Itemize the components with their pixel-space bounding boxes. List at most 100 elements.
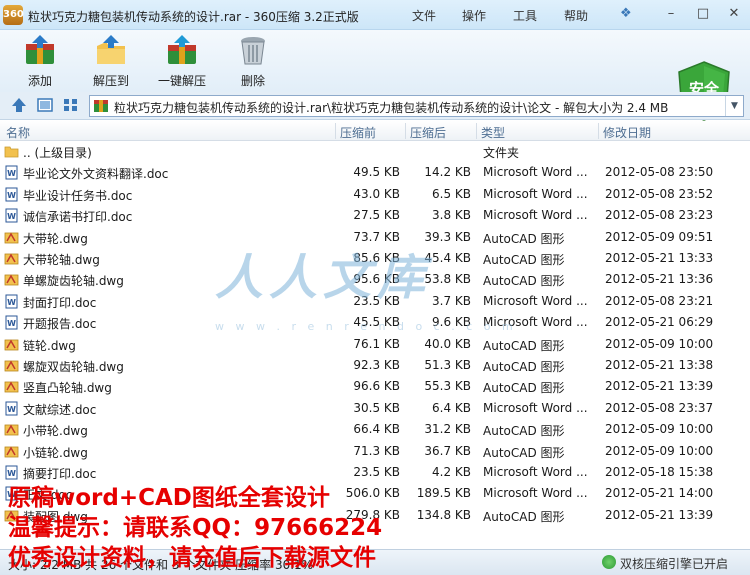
extract-to-button[interactable]: 解压到 [81,30,141,92]
autocad-dwg-icon [4,274,19,286]
file-row[interactable]: 小带轮.dwg 66.4 KB 31.2 KB AutoCAD 图形 2012-… [0,419,750,440]
svg-text:W: W [7,319,16,328]
column-type[interactable]: 类型 [481,124,505,141]
watermark-url: w w w . r e n r e n d o c . c o m [215,320,517,333]
word-doc-icon: W [5,208,18,223]
word-doc-icon: W [5,165,18,180]
file-row[interactable]: 小链轮.dwg 71.3 KB 36.7 KB AutoCAD 图形 2012-… [0,441,750,462]
menu-file[interactable]: 文件 [412,7,436,24]
file-name: 封面打印.doc [23,295,97,310]
watermark-logo-text: 人人文库 [215,250,432,306]
autocad-dwg-icon [4,339,19,350]
file-type: Microsoft Word ... [483,165,588,180]
file-type: AutoCAD 图形 [483,424,565,439]
file-modified: 2012-05-21 14:00 [605,486,714,501]
add-label: 添加 [27,74,52,88]
close-button[interactable]: ✕ [723,4,745,24]
file-compressed-size: 134.8 KB [416,507,471,522]
file-size: 71.3 KB [353,443,400,458]
file-type: AutoCAD 图形 [483,338,565,353]
file-compressed-size: 31.2 KB [424,422,471,437]
file-compressed-size: 40.0 KB [424,336,471,351]
engine-status[interactable]: 双核压缩引擎已开启 [620,555,728,572]
menu-tools[interactable]: 工具 [513,7,537,24]
minimize-button[interactable]: – [660,4,682,24]
file-type: AutoCAD 图形 [483,445,565,460]
file-type: Microsoft Word ... [483,486,588,501]
svg-text:W: W [7,169,16,178]
path-text: 粒状巧克力糖包装机传动系统的设计.rar\粒状巧克力糖包装机传动系统的设计\论文… [114,101,669,115]
word-doc-icon: W [5,401,18,416]
file-modified: 2012-05-08 23:52 [605,186,714,201]
one-click-extract-button[interactable]: 一键解压 [152,30,212,92]
file-name: 单螺旋齿轮轴.dwg [23,274,124,289]
autocad-dwg-icon [4,424,19,436]
file-name: 毕业论文外文资料翻译.doc [23,167,169,182]
column-compressed[interactable]: 压缩后 [410,124,446,141]
file-row-parent-dir[interactable]: .. (上级目录) 文件夹 [0,141,750,162]
file-row[interactable]: W 文献综述.doc 30.5 KB 6.4 KB Microsoft Word… [0,398,750,419]
overlay-line-2: 温馨提示：请联系QQ：97666224 [8,515,383,541]
file-row[interactable]: W 诚信承诺书打印.doc 27.5 KB 3.8 KB Microsoft W… [0,205,750,226]
file-size: 27.5 KB [353,208,400,223]
column-size[interactable]: 压缩前 [340,124,376,141]
autocad-dwg-icon [4,381,19,393]
autocad-dwg-icon [4,253,19,265]
file-modified: 2012-05-18 15:38 [605,465,714,479]
file-name: 大带轮轴.dwg [23,253,100,267]
file-size: 506.0 KB [345,486,400,501]
title-bar: 360 粒状巧克力糖包装机传动系统的设计.rar - 360压缩 3.2正式版 … [0,0,750,30]
column-modified[interactable]: 修改日期 [603,124,651,141]
file-compressed-size: 55.3 KB [424,379,471,394]
add-button[interactable]: 添加 [10,30,70,92]
maximize-button[interactable]: □ [692,4,714,24]
delete-button[interactable]: 删除 [223,30,283,92]
extract-to-label: 解压到 [92,74,129,88]
extract-to-icon [97,35,125,64]
file-row[interactable]: W 毕业设计任务书.doc 43.0 KB 6.5 KB Microsoft W… [0,184,750,205]
file-compressed-size: 6.4 KB [432,400,471,415]
autocad-dwg-icon [4,446,19,457]
view-list-icon[interactable] [62,96,80,114]
path-dropdown-icon[interactable]: ▼ [725,96,743,116]
word-doc-icon: W [5,187,18,202]
renrendoc-watermark: 人人文库 w w w . r e n r e n d o c . c o m [215,238,515,338]
path-field[interactable]: 粒状巧克力糖包装机传动系统的设计.rar\粒状巧克力糖包装机传动系统的设计\论文… [89,95,744,117]
up-arrow-icon[interactable] [10,96,28,114]
column-divider[interactable] [598,123,599,139]
svg-text:W: W [7,469,16,478]
file-row[interactable]: 螺旋双齿轮轴.dwg 92.3 KB 51.3 KB AutoCAD 图形 20… [0,355,750,376]
file-name: 开题报告.doc [23,317,97,332]
menu-help[interactable]: 帮助 [564,7,588,24]
delete-label: 删除 [240,74,265,88]
svg-text:W: W [7,212,16,221]
file-name: 螺旋双齿轮轴.dwg [23,360,124,374]
autocad-dwg-icon [4,232,19,243]
address-bar: 粒状巧克力糖包装机传动系统的设计.rar\粒状巧克力糖包装机传动系统的设计\论文… [0,92,750,120]
add-archive-icon [26,35,54,64]
svg-text:W: W [7,298,16,307]
file-modified: 2012-05-09 09:51 [605,229,714,244]
file-name: 大带轮.dwg [23,231,88,246]
file-row[interactable]: W 毕业论文外文资料翻译.doc 49.5 KB 14.2 KB Microso… [0,162,750,183]
autocad-dwg-icon [4,360,19,372]
file-modified: 2012-05-21 13:36 [605,272,714,287]
overlay-line-1: 原稿word+CAD图纸全套设计 [8,485,330,511]
file-size: 23.5 KB [353,465,400,479]
file-name: 小带轮.dwg [23,424,88,439]
file-type: Microsoft Word ... [483,465,588,479]
file-modified: 2012-05-08 23:37 [605,400,714,415]
column-name[interactable]: 名称 [6,124,30,141]
skin-shirt-icon[interactable]: ❖ [620,6,632,21]
file-name: 诚信承诺书打印.doc [23,210,133,225]
overlay-line-3: 优秀设计资料，请充值后下载源文件 [8,545,376,571]
file-name: 毕业设计任务书.doc [23,188,133,203]
view-details-icon[interactable] [36,96,54,114]
svg-text:W: W [7,405,16,414]
menu-operation[interactable]: 操作 [462,7,486,24]
column-divider[interactable] [476,123,477,139]
svg-text:W: W [7,191,16,200]
file-row[interactable]: 竖直凸轮轴.dwg 96.6 KB 55.3 KB AutoCAD 图形 201… [0,376,750,397]
column-divider[interactable] [335,123,336,139]
column-divider[interactable] [405,123,406,139]
